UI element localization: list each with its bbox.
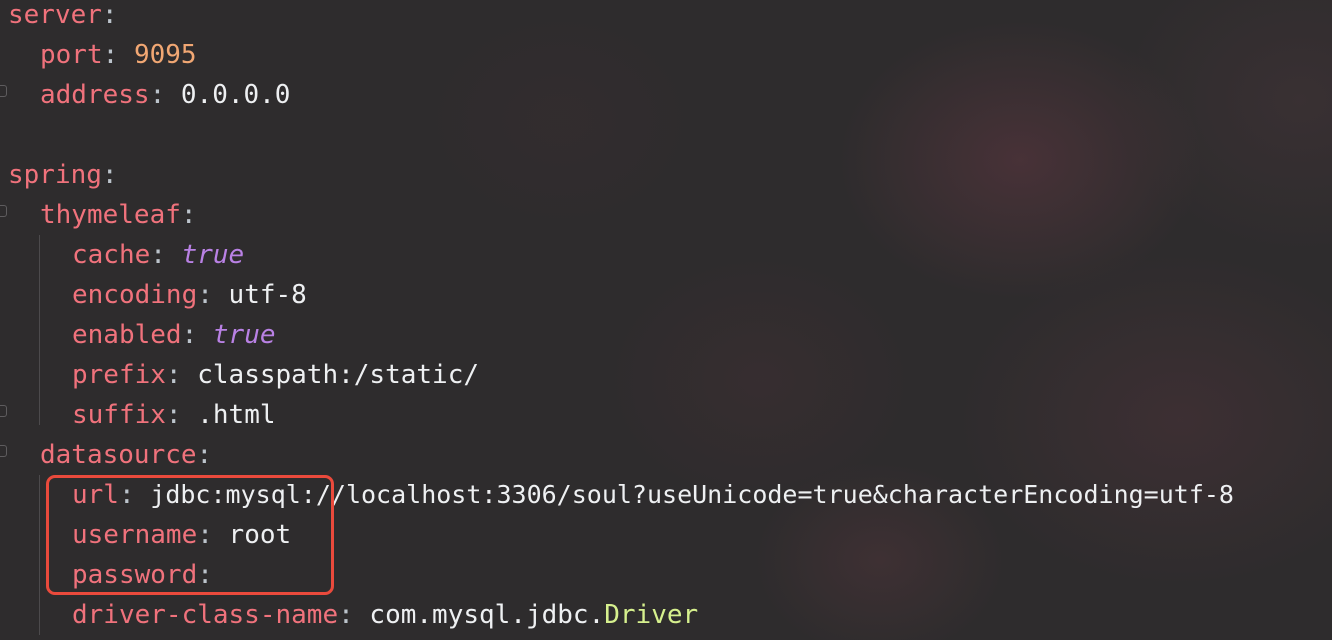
code-line[interactable]: suffix: .html xyxy=(0,395,1332,435)
code-line[interactable]: prefix: classpath:/static/ xyxy=(0,355,1332,395)
yaml-value: true xyxy=(181,240,245,270)
yaml-value: utf-8 xyxy=(228,280,307,310)
yaml-key: prefix xyxy=(72,360,166,390)
yaml-key: datasource xyxy=(40,440,197,470)
code-line[interactable]: spring: xyxy=(0,155,1332,195)
yaml-key: thymeleaf xyxy=(40,200,181,230)
yaml-key: address xyxy=(40,80,150,110)
yaml-colon: : xyxy=(180,200,197,230)
yaml-value: classpath:/static/ xyxy=(197,360,479,390)
yaml-key: encoding xyxy=(72,280,198,310)
code-line[interactable]: thymeleaf: xyxy=(0,195,1332,235)
yaml-value: 0.0.0.0 xyxy=(180,80,291,110)
yaml-colon: : xyxy=(338,600,354,630)
yaml-colon: : xyxy=(196,440,213,470)
yaml-key: enabled xyxy=(72,320,182,350)
code-line[interactable]: driver-class-name: com.mysql.jdbc.Driver xyxy=(0,595,1332,635)
yaml-value-package: com.mysql.jdbc. xyxy=(369,600,605,630)
yaml-colon: : xyxy=(165,360,182,390)
yaml-key: suffix xyxy=(72,400,166,430)
yaml-colon: : xyxy=(181,320,198,350)
yaml-value: 9095 xyxy=(133,40,197,70)
code-line[interactable]: server: xyxy=(0,0,1332,35)
yaml-colon: : xyxy=(101,0,118,30)
yaml-colon: : xyxy=(149,80,166,110)
yaml-colon: : xyxy=(165,400,182,430)
yaml-value: .html xyxy=(197,400,276,430)
yaml-editor[interactable]: server: port: 9095 address: 0.0.0.0 spri… xyxy=(0,0,1332,640)
code-line[interactable]: enabled: true xyxy=(0,315,1332,355)
code-line[interactable]: address: 0.0.0.0 xyxy=(0,75,1332,115)
yaml-key: cache xyxy=(72,240,151,270)
yaml-key: spring xyxy=(8,160,102,190)
yaml-key: driver-class-name xyxy=(72,600,339,630)
code-line[interactable]: encoding: utf-8 xyxy=(0,275,1332,315)
yaml-value: true xyxy=(212,320,276,350)
highlight-box xyxy=(46,475,334,595)
yaml-key: port xyxy=(40,40,103,70)
code-line[interactable]: datasource: xyxy=(0,435,1332,475)
yaml-colon: : xyxy=(102,40,119,70)
yaml-colon: : xyxy=(101,160,118,190)
code-line[interactable]: cache: true xyxy=(0,235,1332,275)
yaml-colon: : xyxy=(150,240,166,270)
yaml-colon: : xyxy=(197,280,213,310)
yaml-value-class: Driver xyxy=(604,600,699,630)
yaml-key: server xyxy=(8,0,102,30)
code-line[interactable]: port: 9095 xyxy=(0,35,1332,75)
